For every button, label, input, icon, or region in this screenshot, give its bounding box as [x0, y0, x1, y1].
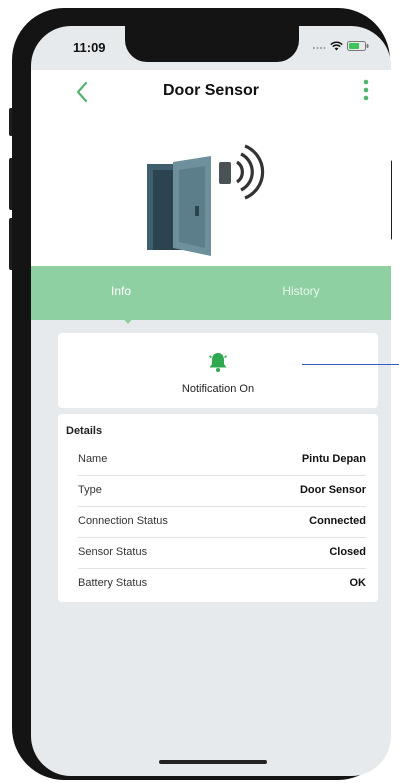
tab-history[interactable]: History	[211, 266, 391, 320]
status-icons	[312, 41, 369, 51]
page-title: Door Sensor	[162, 82, 259, 99]
door-sensor-illustration-icon	[147, 144, 265, 256]
tab-bar: Info History	[31, 266, 391, 324]
phone-frame: 11:09 Door Sensor Info History Notificat…	[12, 8, 391, 780]
status-bar: 11:09	[31, 26, 391, 70]
detail-label: Name	[78, 453, 108, 465]
detail-label: Type	[78, 484, 102, 496]
detail-label: Battery Status	[78, 577, 148, 589]
annotation-line	[302, 364, 399, 365]
device-hero	[31, 114, 391, 266]
detail-value: Connected	[309, 515, 366, 527]
bell-icon[interactable]	[207, 351, 229, 373]
notification-status-label: Notification On	[181, 383, 255, 395]
navigation-bar: Door Sensor	[31, 70, 391, 114]
details-title: Details	[66, 425, 103, 437]
detail-row-name: Name Pintu Depan	[78, 444, 366, 476]
detail-label: Connection Status	[78, 515, 168, 527]
status-time: 11:09	[73, 40, 106, 55]
detail-value: Closed	[329, 546, 366, 558]
details-card: Details Name Pintu Depan Type Door Senso…	[58, 414, 378, 602]
wifi-icon	[330, 41, 343, 51]
home-indicator	[159, 760, 267, 764]
notification-card[interactable]: Notification On	[58, 333, 378, 408]
more-options-button[interactable]	[359, 76, 373, 106]
more-vertical-icon	[363, 79, 369, 101]
detail-row-battery-status: Battery Status OK	[78, 568, 366, 599]
detail-row-connection-status: Connection Status Connected	[78, 506, 366, 538]
detail-value: Pintu Depan	[301, 453, 366, 465]
detail-value: Door Sensor	[299, 484, 366, 496]
battery-icon	[347, 41, 369, 51]
detail-row-sensor-status: Sensor Status Closed	[78, 537, 366, 569]
detail-row-type: Type Door Sensor	[78, 475, 366, 507]
tab-info[interactable]: Info	[31, 266, 211, 320]
active-tab-indicator	[121, 316, 135, 324]
detail-value: OK	[349, 577, 367, 589]
detail-label: Sensor Status	[78, 546, 148, 558]
cellular-signal-icon	[313, 47, 326, 49]
app-screen: 11:09 Door Sensor Info History Notificat…	[31, 26, 391, 776]
